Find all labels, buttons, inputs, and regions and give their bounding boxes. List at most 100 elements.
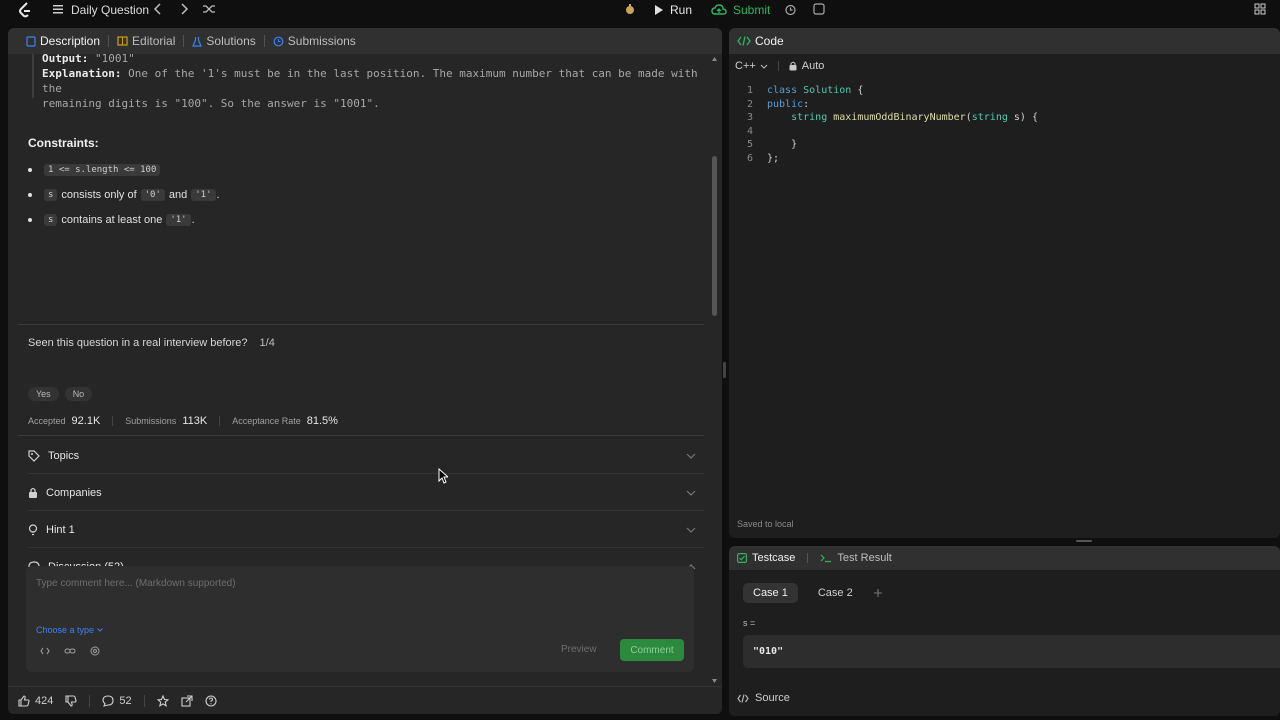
toolbar-separator bbox=[777, 61, 779, 71]
document-icon bbox=[26, 35, 36, 47]
stat-separator bbox=[219, 416, 221, 426]
accepted-label: Accepted bbox=[28, 416, 66, 426]
code-s: s bbox=[44, 189, 58, 201]
link-icon[interactable] bbox=[64, 646, 76, 656]
constraint-3-period: . bbox=[191, 214, 195, 226]
no-button[interactable]: No bbox=[64, 387, 93, 401]
leetcode-logo-icon[interactable] bbox=[18, 2, 32, 18]
interview-answer-buttons: Yes No bbox=[28, 387, 93, 401]
comment-input[interactable]: Type comment here... (Markdown supported… bbox=[36, 578, 236, 589]
tab-editorial[interactable]: Editorial bbox=[109, 28, 183, 54]
tab-solutions[interactable]: Solutions bbox=[184, 28, 263, 54]
interview-question: Seen this question in a real interview b… bbox=[28, 337, 275, 349]
tab-testcase[interactable]: Testcase bbox=[737, 552, 795, 564]
note-icon[interactable] bbox=[813, 3, 825, 15]
tab-testcase-label: Testcase bbox=[752, 552, 796, 564]
run-button[interactable]: Run bbox=[654, 3, 692, 17]
line-number: 2 bbox=[746, 99, 753, 110]
code-zero: '0' bbox=[140, 189, 165, 201]
code-editor[interactable]: 1 class Solution { 2 public: 3 string ma… bbox=[729, 84, 1280, 524]
tab-editorial-label: Editorial bbox=[132, 34, 176, 48]
comments-button[interactable]: 52 bbox=[102, 694, 132, 707]
accepted-value: 92.1K bbox=[71, 415, 101, 427]
like-count: 424 bbox=[35, 694, 54, 707]
constraint-3-text: contains at least one bbox=[61, 214, 163, 226]
lock-icon bbox=[28, 487, 38, 499]
footer-separator bbox=[89, 694, 91, 707]
tab-test-result[interactable]: Test Result bbox=[820, 552, 892, 564]
hint-accordion[interactable]: Hint 1 bbox=[28, 512, 704, 548]
tab-description[interactable]: Description bbox=[18, 28, 108, 54]
panel-resize-handle[interactable] bbox=[723, 362, 726, 378]
preview-button[interactable]: Preview bbox=[561, 644, 597, 655]
output-value: "1001" bbox=[94, 54, 135, 65]
case-2-tab[interactable]: Case 2 bbox=[808, 583, 863, 603]
next-problem-icon[interactable] bbox=[179, 3, 189, 15]
debug-icon[interactable] bbox=[624, 3, 636, 15]
variable-input[interactable]: "010" bbox=[743, 635, 1280, 668]
tab-test-result-label: Test Result bbox=[837, 552, 892, 564]
code-text: string maximumOddBinaryNumber(string s) … bbox=[791, 112, 1038, 123]
thumbs-up-icon bbox=[18, 694, 30, 707]
submit-button[interactable]: Submit bbox=[711, 3, 770, 17]
chat-bubble-icon bbox=[102, 694, 114, 707]
code-icon[interactable] bbox=[40, 646, 50, 656]
description-panel: Description Editorial Solutions Submissi… bbox=[8, 28, 722, 714]
help-icon[interactable] bbox=[205, 694, 217, 707]
code-panel-title: Code bbox=[755, 34, 784, 48]
chevron-down-icon bbox=[686, 453, 696, 459]
description-footer: 424 52 bbox=[8, 686, 722, 714]
language-selector[interactable]: C++ bbox=[735, 60, 768, 72]
flask-icon bbox=[192, 36, 203, 47]
submit-label: Submit bbox=[733, 3, 771, 17]
terminal-icon bbox=[820, 553, 832, 563]
code-icon bbox=[737, 693, 749, 703]
constraint-3: s contains at least one '1' . bbox=[28, 214, 195, 226]
source-button[interactable]: Source bbox=[737, 692, 790, 704]
case-1-tab[interactable]: Case 1 bbox=[743, 583, 798, 603]
like-button[interactable]: 424 bbox=[18, 695, 53, 707]
submissions-value: 113K bbox=[182, 415, 208, 427]
companies-accordion[interactable]: Companies bbox=[28, 475, 704, 511]
vertical-resize-handle[interactable] bbox=[1076, 540, 1092, 542]
variable-label: s = bbox=[743, 618, 756, 628]
choose-type-dropdown[interactable]: Choose a type bbox=[36, 625, 103, 635]
add-case-icon[interactable] bbox=[873, 588, 883, 598]
explanation-line-1: One of the '1's must be in the last posi… bbox=[42, 67, 698, 95]
mode-label: Auto bbox=[801, 60, 825, 72]
tab-description-label: Description bbox=[40, 34, 101, 48]
choose-type-label: Choose a type bbox=[36, 625, 95, 635]
scrollbar-thumb[interactable] bbox=[712, 156, 717, 316]
testcase-header: Testcase Test Result bbox=[729, 546, 1280, 570]
constraints-title: Constraints: bbox=[28, 136, 99, 150]
language-label: C++ bbox=[735, 60, 756, 72]
footer-separator bbox=[143, 694, 145, 707]
book-icon bbox=[117, 36, 128, 46]
line-number: 5 bbox=[746, 139, 753, 150]
prev-problem-icon[interactable] bbox=[153, 3, 163, 15]
stat-separator bbox=[112, 416, 114, 426]
description-scrollbar[interactable] bbox=[711, 56, 718, 684]
constraint-1: 1 <= s.length <= 100 bbox=[28, 164, 161, 176]
example-explanation: Explanation: One of the '1's must be in … bbox=[42, 66, 702, 111]
line-number: 3 bbox=[746, 112, 753, 123]
star-icon[interactable] bbox=[156, 694, 169, 707]
bullet-dot bbox=[28, 193, 32, 197]
auto-mode-toggle[interactable]: Auto bbox=[789, 60, 825, 72]
list-icon[interactable] bbox=[52, 3, 64, 15]
tab-solutions-label: Solutions bbox=[206, 34, 256, 48]
shuffle-icon[interactable] bbox=[202, 3, 216, 15]
topics-accordion[interactable]: Topics bbox=[28, 438, 704, 474]
alarm-icon[interactable] bbox=[784, 3, 797, 16]
share-icon[interactable] bbox=[181, 694, 193, 707]
yes-button[interactable]: Yes bbox=[28, 387, 59, 401]
problem-list-title[interactable]: Daily Question bbox=[71, 3, 149, 17]
thumbs-down-icon[interactable] bbox=[65, 694, 77, 707]
comment-button[interactable]: Comment bbox=[620, 639, 684, 661]
tab-submissions[interactable]: Submissions bbox=[265, 28, 364, 54]
source-label: Source bbox=[755, 692, 790, 704]
code-text: public: bbox=[767, 99, 810, 110]
stats-row: Accepted 92.1K Submissions 113K Acceptan… bbox=[28, 415, 338, 427]
layout-grid-icon[interactable] bbox=[1254, 3, 1266, 15]
mention-icon[interactable] bbox=[90, 646, 100, 656]
